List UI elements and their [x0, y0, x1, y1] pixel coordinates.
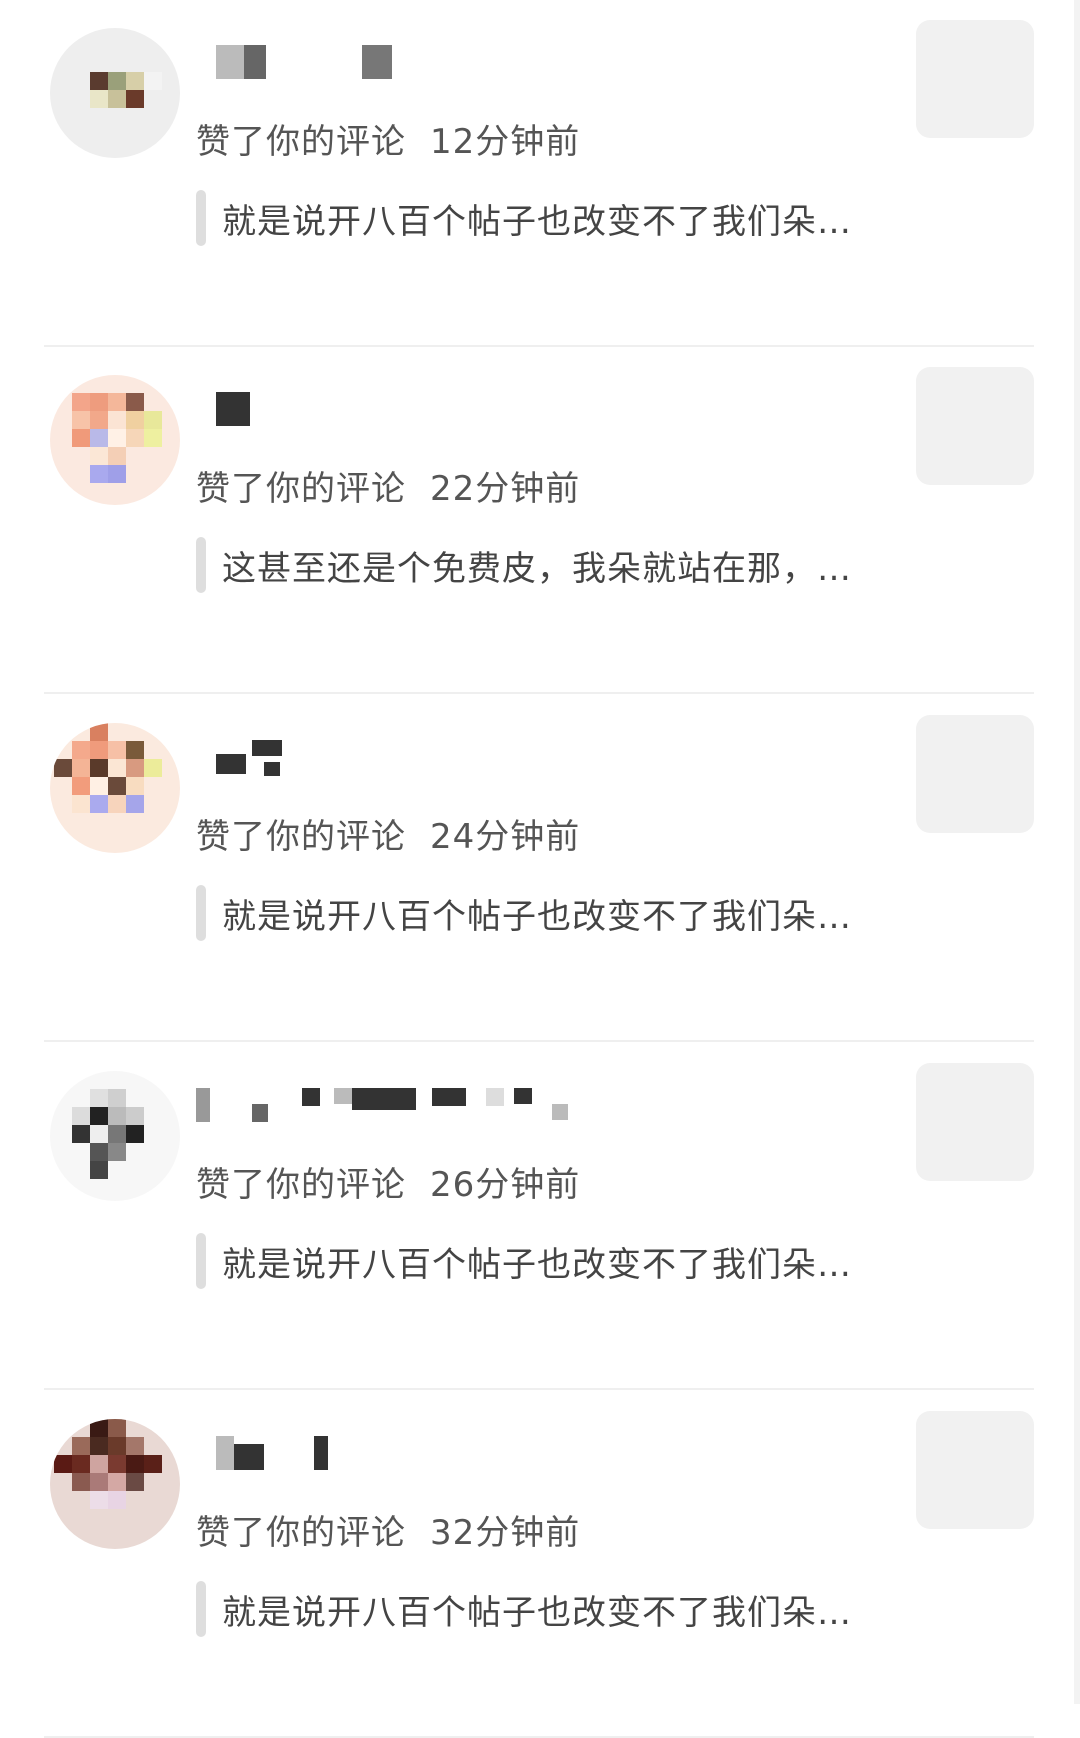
quote-bar — [196, 537, 206, 593]
notification-meta: 赞了你的评论 24分钟前 — [196, 809, 580, 858]
divider — [44, 1040, 1034, 1042]
notification-item[interactable]: 赞了你的评论 12分钟前 就是说开八百个帖子也改变不了我们朵… — [0, 0, 1080, 347]
timestamp: 12分钟前 — [430, 122, 581, 162]
timestamp: 24分钟前 — [430, 817, 581, 857]
avatar[interactable] — [50, 1071, 180, 1201]
divider — [44, 692, 1034, 694]
notification-item[interactable]: 赞了你的评论 22分钟前 这甚至还是个免费皮，我朵就站在那，… — [0, 347, 1080, 694]
quoted-comment[interactable]: 这甚至还是个免费皮，我朵就站在那，… — [196, 537, 876, 593]
timestamp: 32分钟前 — [430, 1513, 581, 1553]
action-text: 赞了你的评论 — [196, 1165, 406, 1205]
post-thumbnail[interactable] — [916, 715, 1034, 833]
timestamp: 22分钟前 — [430, 469, 581, 509]
post-thumbnail[interactable] — [916, 1063, 1034, 1181]
avatar[interactable] — [50, 723, 180, 853]
username-pixelated[interactable] — [196, 740, 696, 780]
quoted-comment[interactable]: 就是说开八百个帖子也改变不了我们朵… — [196, 885, 876, 941]
action-text: 赞了你的评论 — [196, 817, 406, 857]
divider — [44, 1388, 1034, 1390]
quote-bar — [196, 190, 206, 246]
username-pixelated[interactable] — [196, 1088, 696, 1128]
post-thumbnail[interactable] — [916, 20, 1034, 138]
avatar[interactable] — [50, 375, 180, 505]
quoted-comment[interactable]: 就是说开八百个帖子也改变不了我们朵… — [196, 1581, 876, 1637]
notification-list: 赞了你的评论 12分钟前 就是说开八百个帖子也改变不了我们朵… 赞了你的评论 2… — [0, 0, 1080, 1738]
username-pixelated[interactable] — [196, 1436, 696, 1476]
quote-bar — [196, 885, 206, 941]
post-thumbnail[interactable] — [916, 1411, 1034, 1529]
comment-text: 就是说开八百个帖子也改变不了我们朵… — [222, 1593, 852, 1633]
username-pixelated[interactable] — [196, 45, 696, 85]
timestamp: 26分钟前 — [430, 1165, 581, 1205]
post-thumbnail[interactable] — [916, 367, 1034, 485]
action-text: 赞了你的评论 — [196, 122, 406, 162]
username-pixelated[interactable] — [196, 392, 696, 432]
comment-text: 就是说开八百个帖子也改变不了我们朵… — [222, 1245, 852, 1285]
page-edge — [1074, 0, 1080, 1704]
action-text: 赞了你的评论 — [196, 1513, 406, 1553]
quote-bar — [196, 1233, 206, 1289]
notification-meta: 赞了你的评论 22分钟前 — [196, 461, 580, 510]
comment-text: 这甚至还是个免费皮，我朵就站在那，… — [222, 549, 852, 589]
notification-item[interactable]: 赞了你的评论 26分钟前 就是说开八百个帖子也改变不了我们朵… — [0, 1043, 1080, 1390]
quote-bar — [196, 1581, 206, 1637]
quoted-comment[interactable]: 就是说开八百个帖子也改变不了我们朵… — [196, 190, 876, 246]
comment-text: 就是说开八百个帖子也改变不了我们朵… — [222, 202, 852, 242]
action-text: 赞了你的评论 — [196, 469, 406, 509]
avatar[interactable] — [50, 28, 180, 158]
comment-text: 就是说开八百个帖子也改变不了我们朵… — [222, 897, 852, 937]
notification-meta: 赞了你的评论 32分钟前 — [196, 1505, 580, 1554]
notification-meta: 赞了你的评论 12分钟前 — [196, 114, 580, 163]
notification-meta: 赞了你的评论 26分钟前 — [196, 1157, 580, 1206]
notification-item[interactable]: 赞了你的评论 32分钟前 就是说开八百个帖子也改变不了我们朵… — [0, 1391, 1080, 1738]
avatar[interactable] — [50, 1419, 180, 1549]
notification-item[interactable]: 赞了你的评论 24分钟前 就是说开八百个帖子也改变不了我们朵… — [0, 695, 1080, 1042]
quoted-comment[interactable]: 就是说开八百个帖子也改变不了我们朵… — [196, 1233, 876, 1289]
